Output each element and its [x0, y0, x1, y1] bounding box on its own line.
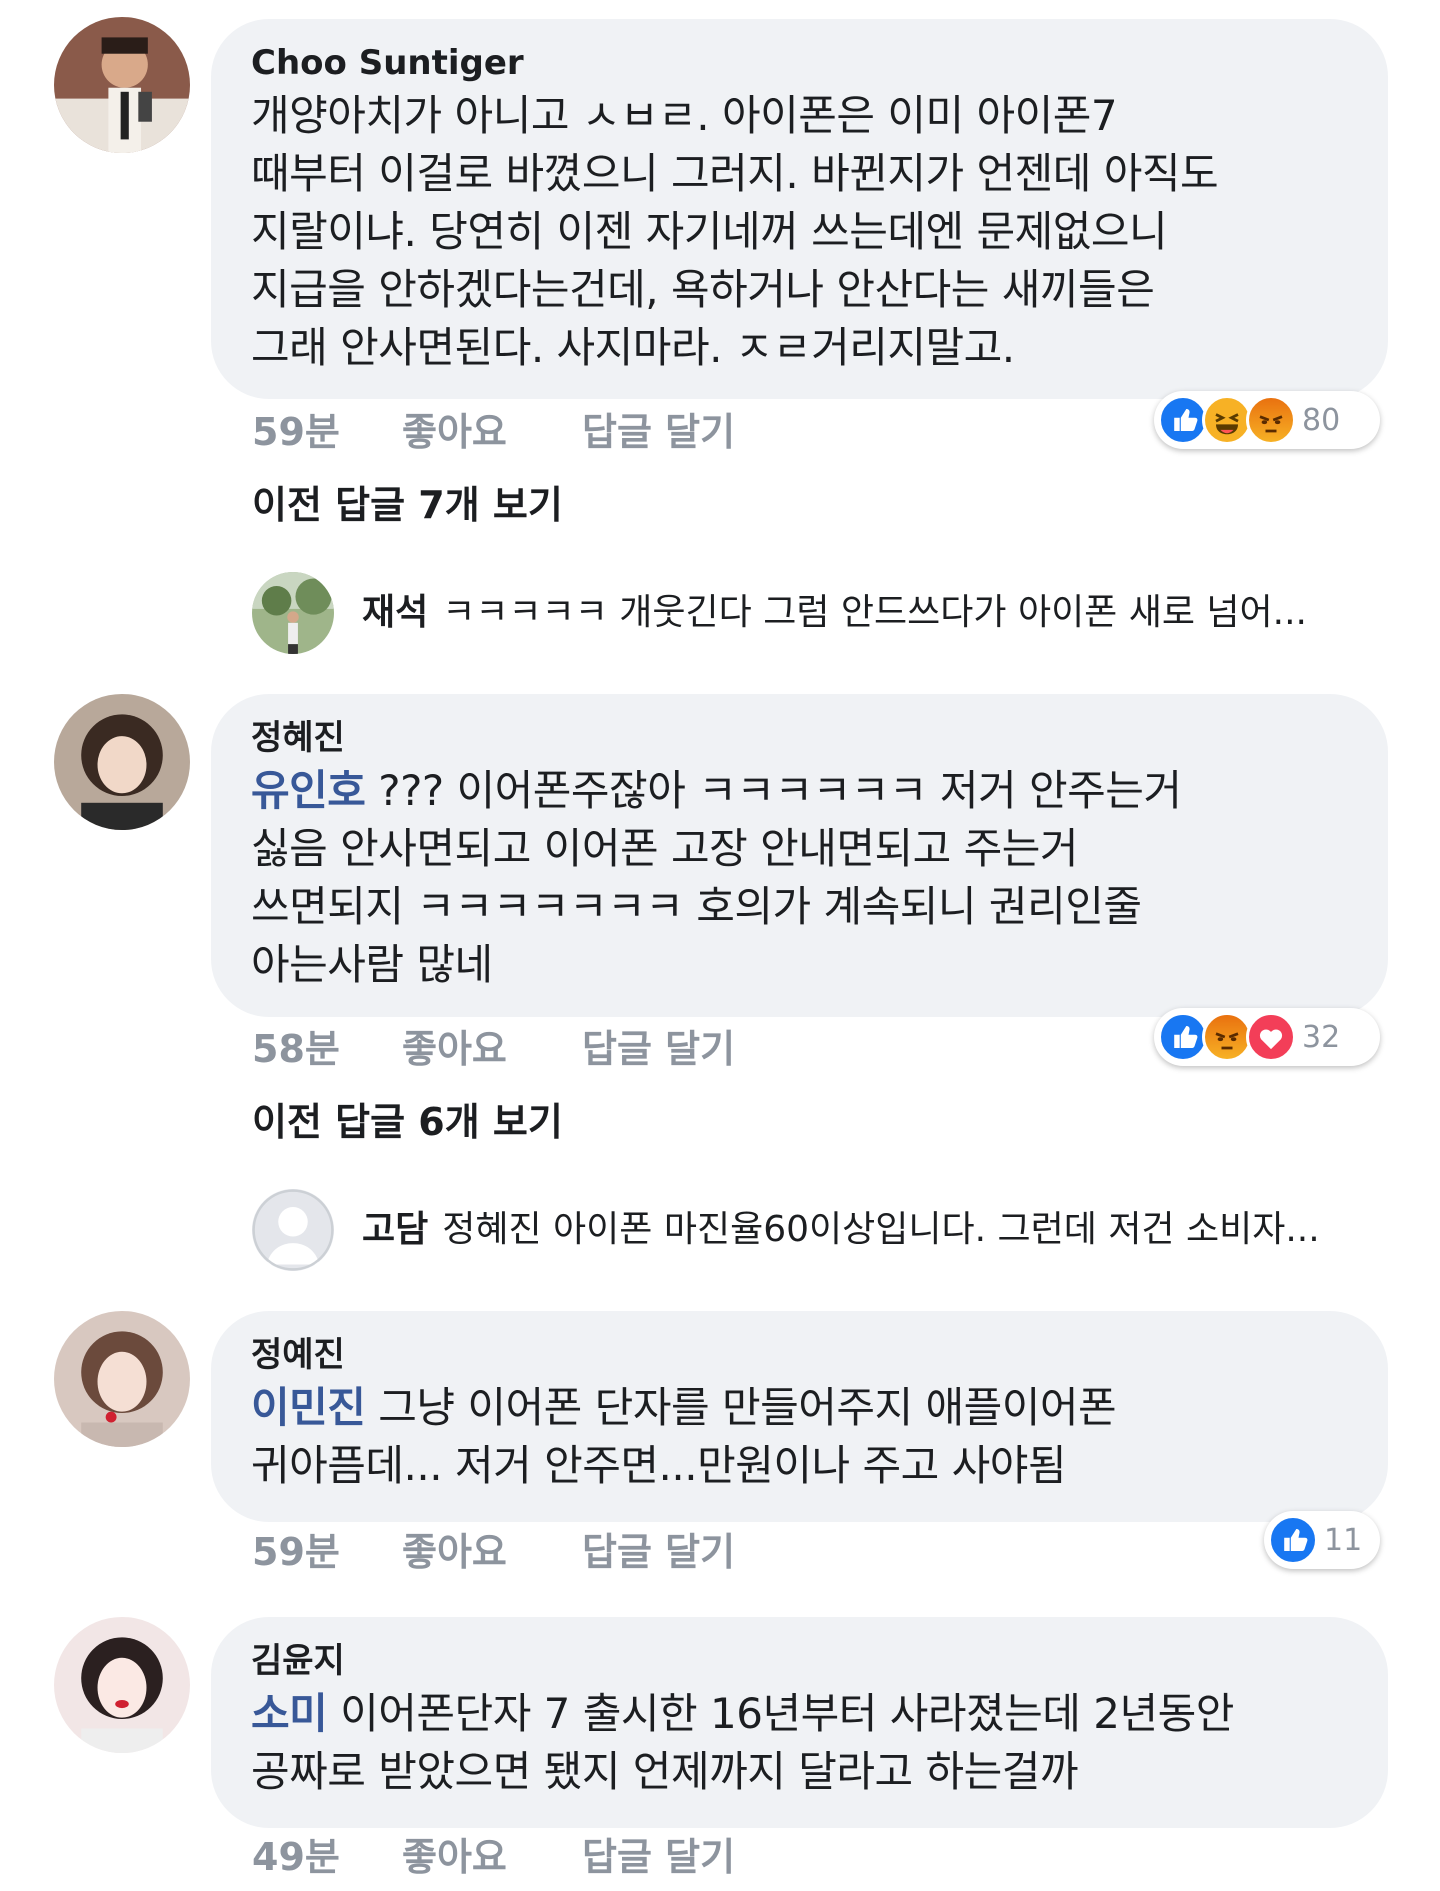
- comment-time[interactable]: 59분: [252, 1527, 340, 1577]
- haha-icon: [1202, 395, 1252, 445]
- comment-time[interactable]: 58분: [252, 1024, 340, 1074]
- comment-author[interactable]: 정혜진: [251, 718, 1348, 758]
- comment-line: 지급을 안하겠다는건데, 욕하거나 안산다는 새끼들은: [251, 265, 1155, 314]
- like-button[interactable]: 좋아요: [402, 1527, 507, 1577]
- comment-text: 이민진 그냥 이어폰 단자를 만들어주지 애플이어폰 귀아픔데... 저거 안주…: [251, 1379, 1348, 1495]
- mention-link[interactable]: 이민진: [251, 1383, 366, 1432]
- reply-button[interactable]: 답글 달기: [582, 1024, 735, 1074]
- comment-bubble: 정혜진 유인호 ??? 이어폰주잖아 ㅋㅋㅋㅋㅋㅋ 저거 안주는거 싫음 안사면…: [211, 694, 1388, 1017]
- comment-author[interactable]: Choo Suntiger: [251, 43, 1348, 83]
- reaction-summary[interactable]: 32: [1154, 1008, 1380, 1066]
- latest-reply[interactable]: 재석 ㅋㅋㅋㅋㅋ 개웃긴다 그럼 안드쓰다가 아이폰 새로 넘어...: [252, 572, 1388, 654]
- comment-line: ??? 이어폰주잖아 ㅋㅋㅋㅋㅋㅋ 저거 안주는거: [365, 766, 1182, 815]
- comment-line: 공짜로 받았으면 됐지 언제까지 달라고 하는걸까: [251, 1747, 1079, 1796]
- comment-line: 싫음 안사면되고 이어폰 고장 안내면되고 주는거: [251, 824, 1079, 873]
- like-button[interactable]: 좋아요: [402, 1024, 507, 1074]
- reply-author[interactable]: 고담: [362, 1209, 428, 1250]
- view-previous-replies[interactable]: 이전 답글 7개 보기: [252, 480, 563, 530]
- comment-line: 개양아치가 아니고 ㅅㅂㄹ. 아이폰은 이미 아이폰7: [251, 91, 1118, 140]
- reply-button[interactable]: 답글 달기: [582, 1527, 735, 1577]
- reply-avatar[interactable]: [252, 1189, 334, 1271]
- angry-icon: [1246, 395, 1296, 445]
- reaction-count: 80: [1302, 402, 1341, 438]
- avatar[interactable]: [54, 1617, 190, 1753]
- reaction-summary[interactable]: 80: [1154, 391, 1380, 449]
- comment-text: 소미 이어폰단자 7 출시한 16년부터 사라졌는데 2년동안 공짜로 받았으면…: [251, 1685, 1348, 1801]
- reply-button[interactable]: 답글 달기: [582, 407, 735, 457]
- avatar[interactable]: [54, 17, 190, 153]
- comment-time[interactable]: 49분: [252, 1832, 340, 1882]
- reply-avatar[interactable]: [252, 572, 334, 654]
- like-button[interactable]: 좋아요: [402, 1832, 507, 1882]
- user-photo-icon: [54, 1311, 190, 1447]
- like-button[interactable]: 좋아요: [402, 407, 507, 457]
- reply-text: 고담 정혜진 아이폰 마진율60이상입니다. 그런데 저건 소비자...: [362, 1205, 1320, 1255]
- user-photo-icon: [252, 572, 334, 654]
- mention-link[interactable]: 유인호: [251, 766, 366, 815]
- user-photo-icon: [54, 1617, 190, 1753]
- user-photo-icon: [54, 17, 190, 153]
- comment-line: 지랄이냐. 당연히 이젠 자기네꺼 쓰는데엔 문제없으니: [251, 207, 1168, 256]
- reply-button[interactable]: 답글 달기: [582, 1832, 735, 1882]
- like-icon: [1158, 395, 1208, 445]
- comment-author[interactable]: 정예진: [251, 1335, 1348, 1375]
- default-avatar-icon: [252, 1189, 334, 1271]
- comment-line: 그냥 이어폰 단자를 만들어주지 애플이어폰: [365, 1383, 1117, 1432]
- comment-line: 그래 안사면된다. 사지마라. ㅈㄹ거리지말고.: [251, 323, 1015, 372]
- mention-link[interactable]: 소미: [251, 1689, 328, 1738]
- love-icon: [1246, 1012, 1296, 1062]
- view-previous-replies[interactable]: 이전 답글 6개 보기: [252, 1097, 563, 1147]
- reply-author[interactable]: 재석: [362, 592, 428, 633]
- comment-text: 개양아치가 아니고 ㅅㅂㄹ. 아이폰은 이미 아이폰7 때부터 이걸로 바꼈으니…: [251, 87, 1348, 377]
- comment-line: 아는사람 많네: [251, 940, 493, 989]
- avatar[interactable]: [54, 1311, 190, 1447]
- reaction-summary[interactable]: 11: [1264, 1511, 1380, 1569]
- user-photo-icon: [54, 694, 190, 830]
- comment-bubble: 김윤지 소미 이어폰단자 7 출시한 16년부터 사라졌는데 2년동안 공짜로 …: [211, 1617, 1388, 1828]
- comment-text: 유인호 ??? 이어폰주잖아 ㅋㅋㅋㅋㅋㅋ 저거 안주는거 싫음 안사면되고 이…: [251, 762, 1348, 994]
- comment-line: 귀아픔데... 저거 안주면...만원이나 주고 사야됨: [251, 1441, 1067, 1490]
- comment-time[interactable]: 59분: [252, 407, 340, 457]
- comment-author[interactable]: 김윤지: [251, 1641, 1348, 1681]
- reaction-count: 11: [1324, 1522, 1363, 1558]
- like-icon: [1158, 1012, 1208, 1062]
- angry-icon: [1202, 1012, 1252, 1062]
- comment-bubble: Choo Suntiger 개양아치가 아니고 ㅅㅂㄹ. 아이폰은 이미 아이폰…: [211, 19, 1388, 399]
- reaction-count: 32: [1302, 1019, 1341, 1055]
- reply-text: 재석 ㅋㅋㅋㅋㅋ 개웃긴다 그럼 안드쓰다가 아이폰 새로 넘어...: [362, 588, 1307, 638]
- comment-bubble: 정예진 이민진 그냥 이어폰 단자를 만들어주지 애플이어폰 귀아픔데... 저…: [211, 1311, 1388, 1522]
- comment-line: 쓰면되지 ㅋㅋㅋㅋㅋㅋㅋ 호의가 계속되니 권리인줄: [251, 882, 1142, 931]
- reply-snippet: 정혜진 아이폰 마진율60이상입니다. 그런데 저건 소비자...: [442, 1209, 1320, 1250]
- comment-line: 이어폰단자 7 출시한 16년부터 사라졌는데 2년동안: [327, 1689, 1234, 1738]
- reply-snippet: ㅋㅋㅋㅋㅋ 개웃긴다 그럼 안드쓰다가 아이폰 새로 넘어...: [442, 592, 1308, 633]
- avatar[interactable]: [54, 694, 190, 830]
- latest-reply[interactable]: 고담 정혜진 아이폰 마진율60이상입니다. 그런데 저건 소비자...: [252, 1189, 1388, 1271]
- comment-line: 때부터 이걸로 바꼈으니 그러지. 바뀐지가 언젠데 아직도: [251, 149, 1219, 198]
- like-icon: [1268, 1515, 1318, 1565]
